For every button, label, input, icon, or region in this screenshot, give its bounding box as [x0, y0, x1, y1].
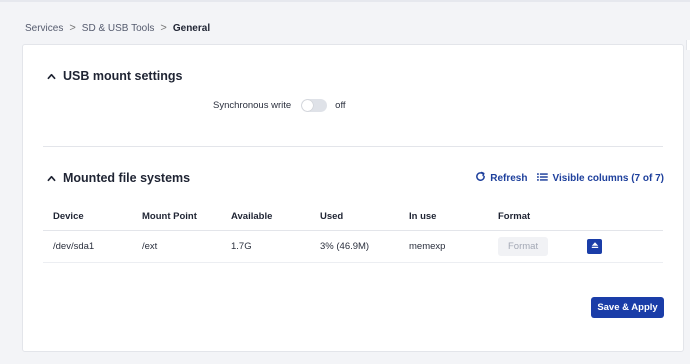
cell-available: 1.7G	[221, 230, 310, 263]
synchronous-write-label: Synchronous write	[213, 100, 292, 111]
refresh-label: Refresh	[490, 172, 528, 184]
cell-mount-point: /ext	[132, 230, 221, 263]
breadcrumb-item-services[interactable]: Services	[25, 23, 63, 34]
mounted-file-systems-header[interactable]: Mounted file systems	[47, 171, 190, 185]
table-header-row: Device Mount Point Available Used In use…	[43, 204, 663, 231]
column-header-available[interactable]: Available	[221, 204, 310, 231]
refresh-button[interactable]: Refresh	[475, 171, 527, 185]
settings-card: USB mount settings Synchronous write off…	[22, 44, 684, 352]
breadcrumb-separator: >	[160, 22, 167, 34]
column-header-actions	[577, 204, 663, 231]
mounted-file-systems-table: Device Mount Point Available Used In use…	[43, 204, 663, 263]
toggle-state-label: off	[335, 100, 346, 111]
eject-icon	[591, 241, 599, 252]
breadcrumb-separator: >	[69, 22, 76, 34]
column-header-in-use[interactable]: In use	[399, 204, 488, 231]
section-title: USB mount settings	[63, 69, 183, 83]
columns-icon	[537, 172, 549, 185]
cell-in-use: memexp	[399, 230, 488, 263]
visible-columns-button[interactable]: Visible columns (7 of 7)	[537, 172, 664, 185]
breadcrumb: Services > SD & USB Tools > General	[25, 22, 210, 34]
usb-mount-settings-header[interactable]: USB mount settings	[47, 69, 182, 83]
table-actions: Refresh Visible columns (7 of 7)	[475, 171, 664, 185]
refresh-icon	[475, 171, 486, 185]
format-button[interactable]: Format	[498, 236, 549, 256]
breadcrumb-item-sd-usb-tools[interactable]: SD & USB Tools	[82, 23, 155, 34]
column-header-used[interactable]: Used	[310, 204, 399, 231]
chevron-up-icon[interactable]	[47, 174, 56, 182]
section-title: Mounted file systems	[63, 171, 191, 185]
synchronous-write-row: Synchronous write off	[213, 99, 346, 112]
cell-device: /dev/sda1	[43, 230, 132, 263]
breadcrumb-current: General	[172, 22, 211, 34]
chevron-up-icon[interactable]	[47, 72, 56, 80]
cell-used: 3% (46.9M)	[310, 230, 399, 263]
top-bar	[0, 0, 690, 2]
section-divider	[43, 146, 663, 147]
visible-columns-label: Visible columns (7 of 7)	[552, 172, 664, 184]
eject-button[interactable]	[587, 238, 602, 254]
column-header-device[interactable]: Device	[43, 204, 132, 231]
cell-actions	[577, 230, 663, 263]
toggle-knob	[302, 100, 314, 111]
column-header-mount-point[interactable]: Mount Point	[132, 204, 221, 231]
save-apply-button[interactable]: Save & Apply	[591, 297, 664, 318]
side-panel-edge	[686, 40, 690, 50]
column-header-format[interactable]: Format	[488, 204, 577, 231]
cell-format: Format	[488, 230, 577, 263]
table-row: /dev/sda1 /ext 1.7G 3% (46.9M) memexp Fo…	[43, 230, 663, 263]
synchronous-write-toggle[interactable]	[301, 99, 328, 112]
